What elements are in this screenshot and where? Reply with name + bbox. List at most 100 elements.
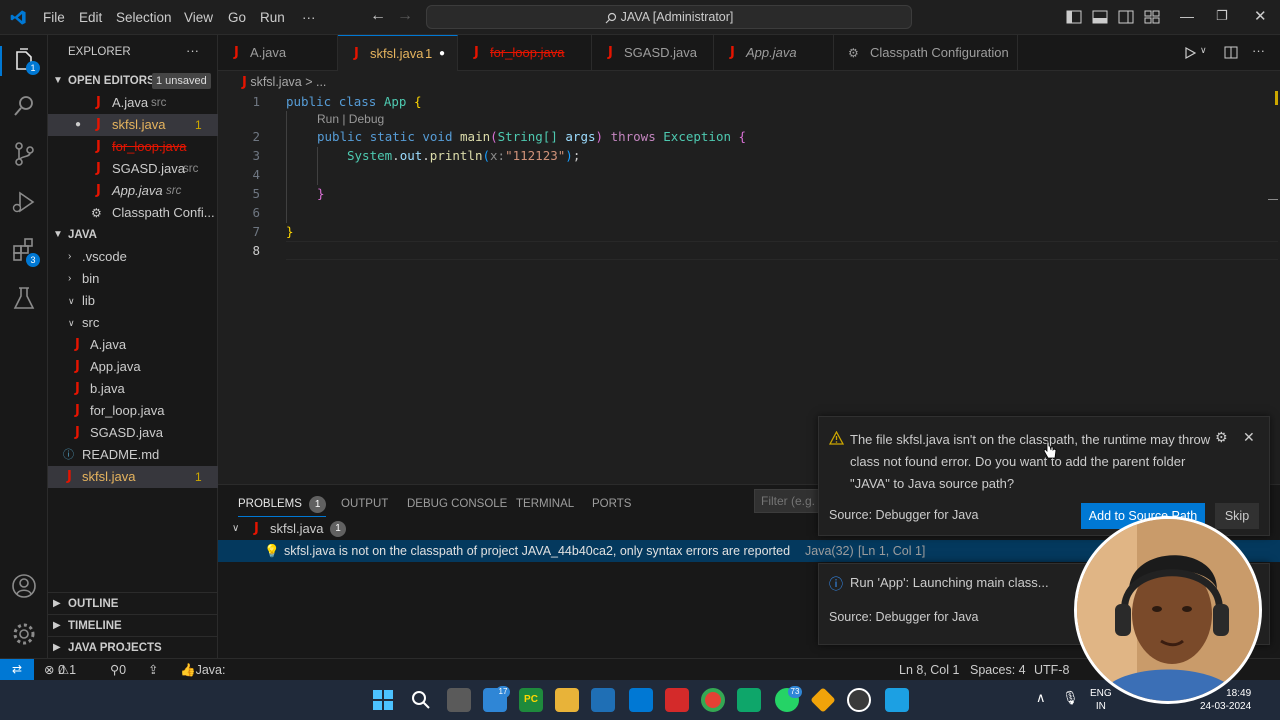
tree-file[interactable]: Jb.java	[48, 378, 218, 400]
tab-debug-console[interactable]: DEBUG CONSOLE	[407, 491, 507, 517]
open-editor-item[interactable]: J App.java src	[48, 180, 218, 202]
explorer-more-icon[interactable]: ···	[186, 43, 199, 58]
tab-problems[interactable]: PROBLEMS 1	[238, 491, 327, 517]
task-view-icon[interactable]	[447, 688, 471, 712]
notification-settings-gear-icon[interactable]: ⚙	[1215, 429, 1228, 446]
account-icon[interactable]	[10, 572, 38, 600]
lightbulb-icon[interactable]: 💡	[264, 540, 280, 562]
tab-app-java[interactable]: J App.java	[714, 35, 834, 71]
tab-a-java[interactable]: J A.java	[218, 35, 338, 71]
menu-view[interactable]: View	[184, 0, 213, 35]
close-window-icon[interactable]: ✕	[1254, 7, 1267, 25]
ports-status[interactable]: ⚲ 0	[110, 659, 126, 681]
toggle-sidebar-icon[interactable]	[1066, 10, 1082, 24]
tree-folder[interactable]: › bin	[48, 268, 218, 290]
project-header[interactable]: ▼ JAVA	[48, 224, 218, 246]
split-editor-icon[interactable]	[1224, 46, 1238, 59]
command-center-search[interactable]: JAVA [Administrator]	[426, 5, 912, 29]
encoding[interactable]: UTF-8	[1034, 659, 1069, 681]
more-actions-icon[interactable]: ···	[1252, 43, 1265, 58]
tab-ports[interactable]: PORTS	[592, 491, 631, 517]
open-editor-item[interactable]: ⚙ Classpath Confi...	[48, 202, 218, 224]
notification-close-icon[interactable]: ✕	[1243, 429, 1255, 446]
tree-file[interactable]: J App.java	[48, 356, 218, 378]
file-explorer-icon[interactable]	[555, 688, 579, 712]
menu-edit[interactable]: Edit	[79, 0, 102, 35]
presenter-photo	[1077, 519, 1259, 701]
microphone-icon[interactable]: 🎙	[1062, 690, 1079, 706]
indentation[interactable]: Spaces: 4	[970, 659, 1026, 681]
pycharm-icon[interactable]: PC	[519, 688, 543, 712]
open-editor-item[interactable]: J SGASD.java src	[48, 158, 218, 180]
menu-file[interactable]: File	[43, 0, 65, 35]
skip-button[interactable]: Skip	[1215, 503, 1259, 529]
open-editor-item-selected[interactable]: ● J skfsl.java 1	[48, 114, 218, 136]
status-bar: ⇄ ⊗ 0 ⚠ 1 ⚲ 0 ⇪ 👍 Java: Ready Ln 8, Col …	[0, 658, 1280, 699]
maximize-icon[interactable]: ❐	[1216, 8, 1228, 24]
problems-status[interactable]: ⊗ 0 ⚠ 1	[44, 659, 76, 681]
cursor-position[interactable]: Ln 8, Col 1	[899, 659, 959, 681]
source-control-icon[interactable]	[10, 140, 38, 168]
app-icon[interactable]	[591, 688, 615, 712]
chrome-icon[interactable]	[701, 688, 725, 712]
youtube-icon[interactable]	[665, 688, 689, 712]
run-dropdown-chevron-icon[interactable]: ∨	[1200, 45, 1207, 56]
testing-flask-icon[interactable]	[10, 285, 38, 313]
title-bar: File Edit Selection View Go Run ··· ← → …	[0, 0, 1280, 35]
tree-file[interactable]: J SGASD.java	[48, 422, 218, 444]
open-editor-item[interactable]: J A.java src	[48, 92, 218, 114]
forward-arrow-icon[interactable]: →	[397, 7, 413, 25]
run-java-icon[interactable]	[1184, 47, 1196, 59]
unsaved-dot-icon[interactable]: ●	[75, 114, 81, 136]
tree-file[interactable]: Jfor_loop.java	[48, 400, 218, 422]
tab-terminal[interactable]: TERMINAL	[516, 491, 574, 517]
tree-file-selected[interactable]: Jskfsl.java 1	[48, 466, 218, 488]
menu-selection[interactable]: Selection	[116, 0, 172, 35]
taskbar-search-icon[interactable]	[411, 690, 431, 710]
language-indicator[interactable]: ENG IN	[1090, 687, 1112, 713]
menu-go[interactable]: Go	[228, 0, 246, 35]
tree-file[interactable]: ⓘ README.md	[48, 444, 218, 466]
java-projects-header[interactable]: ▶ JAVA PROJECTS	[48, 636, 218, 658]
current-line-highlight	[286, 241, 1278, 260]
toggle-panel-icon[interactable]	[1092, 10, 1108, 24]
manage-gear-icon[interactable]	[10, 620, 38, 648]
line-number: 7	[252, 224, 260, 239]
app-icon[interactable]	[847, 688, 871, 712]
windows-start-icon[interactable]	[373, 690, 393, 710]
search-view-icon[interactable]	[10, 92, 38, 120]
debug-icon[interactable]: ⇪	[148, 659, 158, 681]
launch-source: Source: Debugger for Java	[829, 610, 979, 624]
run-debug-codelens[interactable]: Run | Debug	[317, 112, 384, 126]
tree-file[interactable]: J A.java	[48, 334, 218, 356]
tab-skfsl-java[interactable]: Jskfsl.java 1 ●	[338, 35, 458, 71]
indent-guide	[317, 147, 318, 185]
tree-folder[interactable]: ∨ src	[48, 312, 218, 334]
git-icon[interactable]	[810, 687, 836, 713]
vscode-taskbar-icon[interactable]	[629, 688, 653, 712]
outline-header[interactable]: ▶ OUTLINE	[48, 592, 218, 614]
tray-chevron-icon[interactable]: ∧	[1036, 690, 1046, 706]
remote-indicator-icon[interactable]: ⇄	[0, 659, 34, 680]
unsaved-dot-icon[interactable]: ●	[439, 36, 445, 72]
minimize-icon[interactable]: —	[1180, 8, 1194, 24]
open-editor-item[interactable]: J for_loop.java	[48, 136, 218, 158]
app-icon[interactable]	[737, 688, 761, 712]
tree-folder[interactable]: ∨ lib	[48, 290, 218, 312]
code-line: }	[317, 186, 325, 201]
toggle-secondary-sidebar-icon[interactable]	[1118, 10, 1134, 24]
back-arrow-icon[interactable]: ←	[370, 7, 386, 25]
tab-for-loop-java[interactable]: Jfor_loop.java	[458, 35, 592, 71]
tab-classpath-configuration[interactable]: ⚙ Classpath Configuration	[834, 35, 1018, 71]
menu-run[interactable]: Run	[260, 0, 285, 35]
timeline-header[interactable]: ▶ TIMELINE	[48, 614, 218, 636]
run-debug-icon[interactable]	[10, 188, 38, 216]
tree-folder[interactable]: › .vscode	[48, 246, 218, 268]
customize-layout-icon[interactable]	[1144, 10, 1160, 24]
app-icon[interactable]	[885, 688, 909, 712]
tab-output[interactable]: OUTPUT	[341, 491, 388, 517]
java-status[interactable]: 👍 Java: Ready	[180, 659, 232, 699]
tab-sgasd-java[interactable]: J SGASD.java	[592, 35, 714, 71]
open-editors-header[interactable]: ▼ OPEN EDITORS 1 unsaved	[48, 70, 218, 92]
menu-more[interactable]: ···	[302, 0, 316, 35]
